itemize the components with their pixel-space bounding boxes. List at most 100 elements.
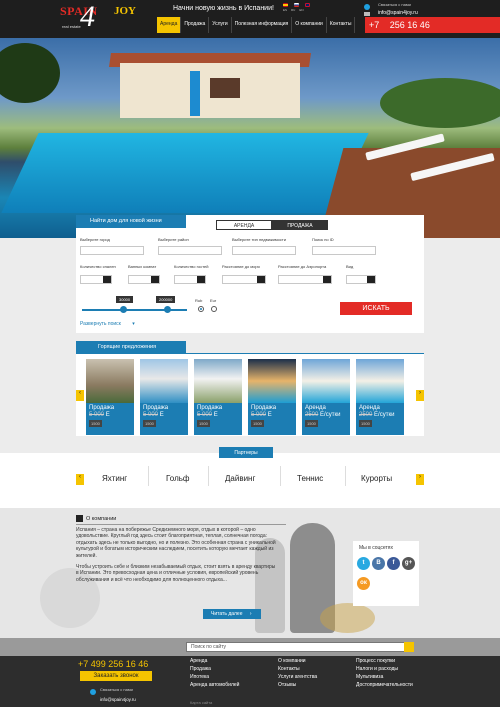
footer-link[interactable]: Аренда (190, 658, 239, 666)
read-more-button[interactable]: Читать далее › (203, 609, 261, 619)
property-type-input[interactable] (232, 246, 296, 255)
partner-tennis[interactable]: Теннис (297, 474, 323, 483)
offer-old-price: 5 000 (89, 412, 105, 418)
bedrooms-select[interactable] (80, 275, 112, 284)
vk-icon[interactable]: В (372, 557, 385, 570)
search-button[interactable]: ИСКАТЬ (340, 302, 412, 315)
view-select[interactable] (346, 275, 376, 284)
flag-ru-icon[interactable] (294, 3, 299, 7)
nav-useful-info[interactable]: Полезная информация (232, 17, 293, 33)
partner-resorts[interactable]: Курорты (361, 474, 392, 483)
partner-diving[interactable]: Дайвинг (225, 474, 255, 483)
guests-select[interactable] (174, 275, 206, 284)
tab-rent[interactable]: АРЕНДА (216, 220, 272, 230)
price-max-handle[interactable] (164, 306, 171, 313)
offer-card[interactable]: Аренда 2500 Е/сутки 1500 (356, 359, 404, 435)
sitemap-link[interactable]: Карта сайта (190, 700, 212, 705)
offer-unit: Е/сутки (320, 412, 341, 418)
sea-distance-select[interactable] (222, 275, 266, 284)
partner-golf[interactable]: Гольф (166, 474, 190, 483)
footer-link[interactable]: Аренда автомобилей (190, 682, 239, 690)
language-switcher (283, 3, 310, 7)
currency-rub-radio[interactable] (198, 306, 204, 312)
offer-card[interactable]: Продажа 5 000 Е 1500 (140, 359, 188, 435)
about-text: Испания – страна на побережье Средиземно… (76, 527, 276, 588)
site-search-input[interactable]: Поиск по сайту (186, 642, 414, 652)
sea-distance-label: Расстояние до моря (222, 264, 260, 269)
header: SPAIN 4 JOY real estate Начни новую жизн… (0, 0, 500, 38)
footer-link[interactable]: Налоги и расходы (356, 666, 413, 674)
offer-image (194, 359, 242, 403)
footer-link[interactable]: Мультивиза (356, 674, 413, 682)
nav-services[interactable]: Услуги (209, 17, 232, 33)
nav-contacts[interactable]: Контакты (327, 17, 356, 33)
airport-distance-select[interactable] (278, 275, 332, 284)
bathrooms-label: Ванных комнат (128, 264, 157, 269)
partners-next-icon[interactable]: › (416, 474, 424, 485)
chevron-down-icon: ▾ (132, 321, 135, 327)
lang-es-label[interactable]: ES (283, 8, 287, 12)
search-icon[interactable] (404, 642, 414, 652)
social-title: Мы в соцсетях (359, 545, 393, 551)
footer-link[interactable]: Процесс покупки (356, 658, 413, 666)
flag-es-icon[interactable] (283, 3, 288, 7)
price-min-handle[interactable] (120, 306, 127, 313)
currency-eur-label: Eur (210, 298, 217, 303)
footer-email[interactable]: info@spain4joy.ru (100, 697, 136, 702)
offer-type: Продажа (197, 405, 223, 411)
google-plus-icon[interactable]: g+ (402, 557, 415, 570)
about-paragraph: Испания – страна на побережье Средиземно… (76, 527, 276, 559)
footer-link[interactable]: О компании (278, 658, 317, 666)
carousel-next-icon[interactable]: › (416, 390, 424, 401)
odnoklassniki-icon[interactable]: ок (357, 577, 370, 590)
partner-yachting[interactable]: Яхтинг (102, 474, 127, 483)
district-input[interactable] (158, 246, 222, 255)
hero-image (0, 38, 500, 238)
offer-unit: Е (105, 412, 110, 418)
expand-search-link[interactable]: Развернуть поиск ▾ (80, 321, 135, 327)
offer-old-price: 5 000 (143, 412, 159, 418)
district-label: Выберите район (158, 237, 189, 242)
partners-prev-icon[interactable]: ‹ (76, 474, 84, 485)
footer-link[interactable]: Контакты (278, 666, 317, 674)
footer-col-2: О компании Контакты Услуги агентства Отз… (278, 658, 317, 690)
lang-ru-label[interactable]: RU (291, 8, 295, 12)
footer-link[interactable]: Достопримечательности (356, 682, 413, 690)
lang-en-label[interactable]: EN (299, 8, 303, 12)
expand-search-label: Развернуть поиск (80, 321, 121, 327)
footer-link[interactable]: Ипотека (190, 674, 239, 682)
nav-about[interactable]: О компании (292, 17, 327, 33)
footer-link[interactable]: Продажа (190, 666, 239, 674)
facebook-icon[interactable]: f (387, 557, 400, 570)
header-phone[interactable]: +7 256 16 46 (365, 17, 500, 33)
city-input[interactable] (80, 246, 144, 255)
offer-card[interactable]: Аренда 2500 Е/сутки 1500 (302, 359, 350, 435)
price-range-slider[interactable] (82, 309, 187, 311)
currency-eur-radio[interactable] (211, 306, 217, 312)
phone-number: 256 16 46 (389, 20, 430, 30)
id-label: Поиск по ID (312, 237, 334, 242)
offer-card[interactable]: Продажа 5 000 Е 1500 (248, 359, 296, 435)
nav-sale[interactable]: Продажа (181, 17, 210, 33)
bathrooms-select[interactable] (128, 275, 160, 284)
social-box: Мы в соцсетях t В f g+ ок (353, 541, 419, 606)
id-search-input[interactable] (312, 246, 376, 255)
footer-link[interactable]: Услуги агентства (278, 674, 317, 682)
offer-card[interactable]: Продажа 5 000 Е 1500 (194, 359, 242, 435)
order-call-button[interactable]: Заказать звонок (80, 671, 152, 681)
offer-new-price: 1500 (89, 420, 102, 427)
tab-sale[interactable]: ПРОДАЖА (272, 220, 328, 230)
offer-type: Аренда (359, 405, 380, 411)
twitter-icon[interactable]: t (357, 557, 370, 570)
divider (208, 466, 209, 486)
flag-en-icon[interactable] (305, 3, 310, 7)
carousel-prev-icon[interactable]: ‹ (76, 390, 84, 401)
footer-link[interactable]: Отзывы (278, 682, 317, 690)
footer-phone[interactable]: +7 499 256 16 46 (78, 659, 148, 669)
nav-rent[interactable]: Аренда (157, 17, 182, 33)
phone-prefix: +7 (369, 20, 380, 30)
flamenco-illustration (320, 603, 375, 633)
header-email[interactable]: info@spain4joy.ru (378, 10, 496, 16)
logo[interactable]: SPAIN 4 JOY real estate (60, 0, 152, 34)
offer-card[interactable]: Продажа 5 000 Е 1500 (86, 359, 134, 435)
